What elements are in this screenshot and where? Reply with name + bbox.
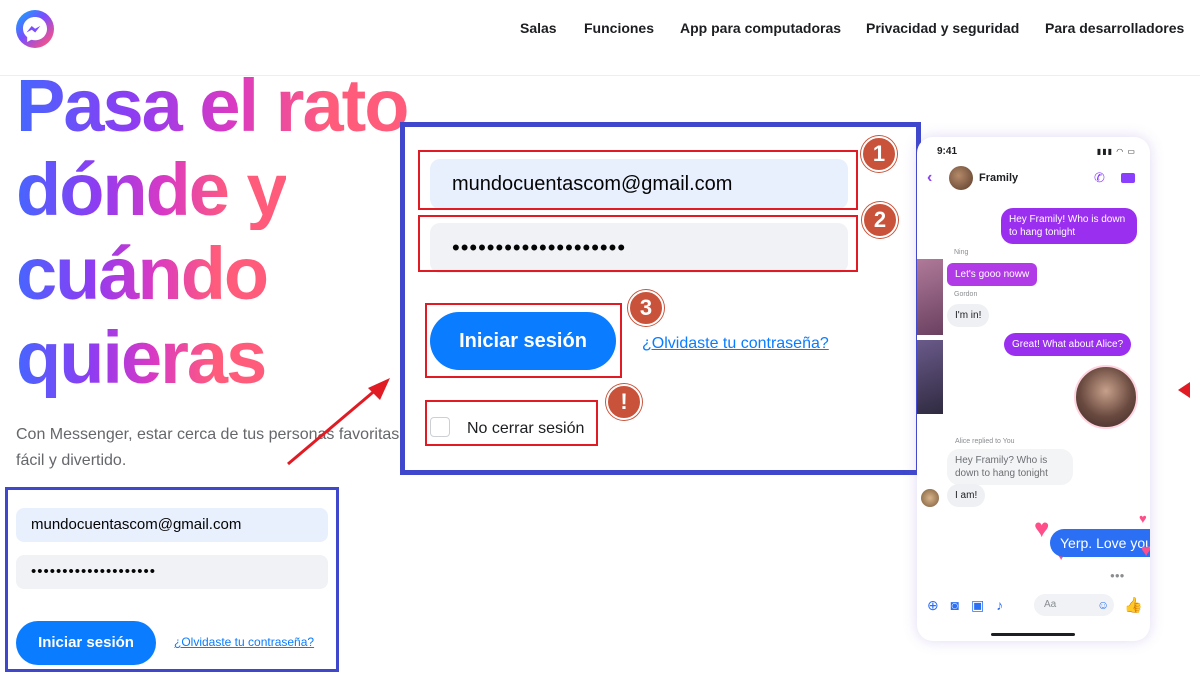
group-avatar bbox=[949, 166, 973, 190]
password-field[interactable]: •••••••••••••••••••• bbox=[16, 555, 328, 589]
step-badge-1: 1 bbox=[861, 136, 897, 172]
emoji-icon[interactable]: ☺ bbox=[1097, 598, 1109, 612]
microphone-icon[interactable]: ♪ bbox=[996, 597, 1003, 613]
chat-name: Framily bbox=[979, 172, 1019, 184]
gallery-icon[interactable]: ▣ bbox=[971, 597, 984, 613]
quoted-message: Hey Framily? Who is down to hang tonight bbox=[947, 449, 1073, 485]
messenger-logo-icon[interactable] bbox=[16, 10, 54, 48]
message-bubble: Hey Framily! Who is down to hang tonight bbox=[1001, 208, 1137, 244]
heart-icon: ♥ bbox=[1139, 511, 1147, 526]
composer-toolbar: ⊕ ◙ ▣ ♪ bbox=[927, 597, 1003, 614]
step-badge-2: 2 bbox=[862, 202, 898, 238]
step-badge-3: 3 bbox=[628, 290, 664, 326]
chat-photo bbox=[917, 340, 943, 414]
heart-icon: ♥ bbox=[1034, 513, 1050, 543]
highlight-login-button bbox=[425, 303, 622, 378]
nav-salas[interactable]: Salas bbox=[520, 20, 557, 36]
message-bubble: Let's gooo noww bbox=[947, 263, 1038, 286]
video-call-icon bbox=[1121, 173, 1135, 183]
camera-icon[interactable]: ◙ bbox=[951, 597, 959, 613]
forgot-password-link[interactable]: ¿Olvidaste tu contraseña? bbox=[174, 635, 314, 649]
warning-badge: ! bbox=[606, 384, 642, 420]
home-indicator bbox=[991, 633, 1075, 636]
highlight-email bbox=[418, 150, 858, 210]
reply-label: Alice replied to You bbox=[955, 438, 1015, 445]
phone-mockup: 9:41 ▮▮▮ ◠ ▭ ‹ Framily ✆ Hey Framily! Wh… bbox=[917, 137, 1150, 641]
highlight-remember-me bbox=[425, 400, 598, 446]
login-button[interactable]: Iniciar sesión bbox=[16, 621, 156, 665]
chat-photo bbox=[917, 259, 943, 335]
sender-name: Gordon bbox=[954, 291, 978, 298]
back-icon: ‹ bbox=[927, 169, 933, 186]
message-bubble: Yerp. Love you!! bbox=[1050, 529, 1150, 557]
email-field[interactable]: mundocuentascom@gmail.com bbox=[16, 508, 328, 542]
highlight-password bbox=[418, 215, 858, 272]
read-receipts: ●●● bbox=[1110, 571, 1125, 580]
heart-icon: ♥ bbox=[1141, 541, 1150, 560]
message-bubble: I'm in! bbox=[947, 304, 990, 327]
hero-title-line: quieras bbox=[16, 316, 267, 399]
forgot-password-link[interactable]: ¿Olvidaste tu contraseña? bbox=[642, 335, 829, 353]
status-time: 9:41 bbox=[937, 146, 958, 157]
nav-desktop-app[interactable]: App para computadoras bbox=[680, 20, 841, 36]
hero-title-line: Pasa el rato bbox=[16, 64, 409, 147]
hero-title-line: cuándo bbox=[16, 232, 269, 315]
alice-avatar bbox=[1074, 365, 1138, 429]
sender-avatar bbox=[921, 489, 939, 507]
status-icons: ▮▮▮ ◠ ▭ bbox=[1096, 147, 1136, 156]
nav-developers[interactable]: Para desarrolladores bbox=[1045, 20, 1184, 36]
hero-title-line: dónde y bbox=[16, 148, 288, 231]
carousel-arrow-icon[interactable] bbox=[1178, 382, 1190, 398]
add-icon[interactable]: ⊕ bbox=[927, 597, 939, 613]
sender-name: Ning bbox=[954, 249, 969, 256]
message-bubble: Great! What about Alice? bbox=[1004, 333, 1132, 356]
phone-call-icon: ✆ bbox=[1094, 170, 1105, 185]
pointer-arrow-icon bbox=[287, 378, 390, 466]
nav-privacy-security[interactable]: Privacidad y seguridad bbox=[866, 20, 1019, 36]
like-icon[interactable]: 👍 bbox=[1124, 596, 1143, 614]
nav-funciones[interactable]: Funciones bbox=[584, 20, 654, 36]
login-form-small: mundocuentascom@gmail.com ••••••••••••••… bbox=[5, 487, 339, 672]
message-bubble: I am! bbox=[947, 484, 986, 507]
